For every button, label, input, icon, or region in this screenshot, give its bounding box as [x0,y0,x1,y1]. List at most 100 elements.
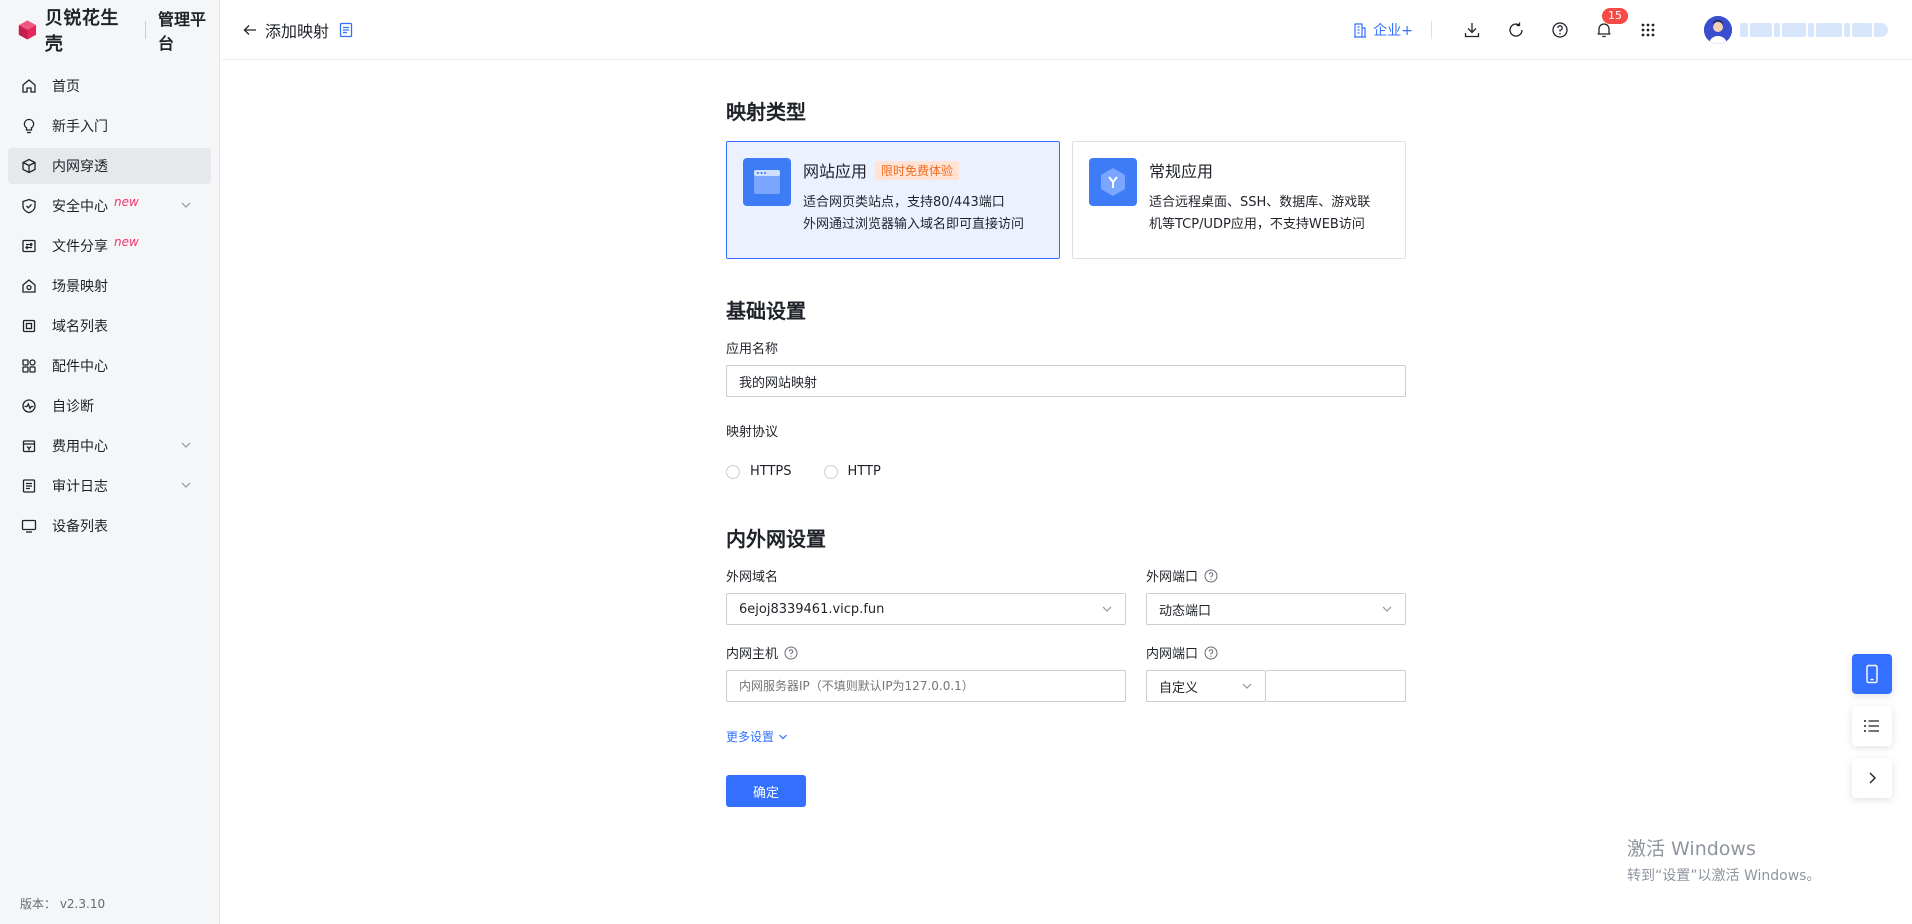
chevron-right-icon [1869,772,1876,784]
section-title-network-settings: 内外网设置 [726,527,826,551]
audit-log-icon [20,477,38,495]
top-header: 添加映射 企业+ 15 [221,0,1912,60]
new-badge: new [114,235,139,249]
mapping-type-general[interactable]: 常规应用 适合远程桌面、SSH、数据库、游戏联 机等TCP/UDP应用，不支持W… [1072,141,1406,259]
chevron-down-icon [1382,606,1392,612]
chevron-down-icon [181,482,191,488]
enterprise-plus-link[interactable]: 企业+ [1353,20,1413,40]
radio-label: HTTP [847,464,881,479]
folder-share-icon [20,237,38,255]
help-icon[interactable] [1550,20,1570,40]
version-label: 版本： v2.3.10 [20,897,106,911]
sidebar-item-security[interactable]: 安全中心 new [8,188,211,224]
internal-port-label: 内网端口 [1146,643,1406,662]
card-description-line: 适合远程桌面、SSH、数据库、游戏联 [1149,195,1371,210]
sidebar-item-label: 费用中心 [52,439,108,455]
chevron-down-icon [181,202,191,208]
external-domain-select[interactable]: 6ejoj8339461.vicp.fun [726,593,1126,625]
sidebar-item-accessory-center[interactable]: 配件中心 [8,348,211,384]
mobile-app-button[interactable] [1852,654,1892,694]
scene-icon [20,277,38,295]
watermark-subtitle: 转到“设置”以激活 Windows。 [1627,868,1821,884]
card-description-line: 适合网页类站点，支持80/443端口 [803,195,1005,210]
sidebar-item-label: 场景映射 [52,279,108,295]
sidebar-item-label: 设备列表 [52,519,108,535]
card-description-line: 机等TCP/UDP应用，不支持WEB访问 [1149,217,1365,232]
app-name-label: 应用名称 [726,342,779,357]
apps-grid-icon[interactable] [1638,20,1658,40]
sidebar-item-intranet-penetration[interactable]: 内网穿透 [8,148,211,184]
header-divider [1431,21,1432,39]
protocol-radio-https[interactable]: HTTPS [726,464,792,479]
select-value: 自定义 [1159,680,1199,696]
sidebar-item-domain-list[interactable]: 域名列表 [8,308,211,344]
sidebar-item-device-list[interactable]: 设备列表 [8,508,211,544]
diagnose-icon [20,397,38,415]
download-icon[interactable] [1462,20,1482,40]
sidebar-item-scene-mapping[interactable]: 场景映射 [8,268,211,304]
username-redacted[interactable] [1740,23,1888,37]
header-actions: 企业+ 15 [1353,0,1888,60]
section-title-basic-settings: 基础设置 [726,299,806,323]
sidebar-item-label: 文件分享 [52,239,108,255]
help-icon[interactable] [1204,569,1218,583]
protocol-radio-group: HTTPS HTTP [726,464,1406,479]
sidebar-item-getting-started[interactable]: 新手入门 [8,108,211,144]
internal-port-mode-select[interactable]: 自定义 [1146,670,1266,702]
field-label-text: 内网端口 [1146,647,1199,662]
help-icon[interactable] [1204,646,1218,660]
document-icon[interactable] [339,22,353,38]
sidebar-item-label: 新手入门 [52,119,108,135]
chevron-down-icon [779,734,787,739]
mapping-type-cards: 网站应用 限时免费体验 适合网页类站点，支持80/443端口 外网通过浏览器输入… [726,141,1406,259]
collapse-panel-button[interactable] [1852,758,1892,798]
sidebar-item-label: 内网穿透 [52,159,108,175]
refresh-sync-icon[interactable] [1506,20,1526,40]
internal-host-input[interactable] [726,670,1126,702]
list-menu-button[interactable] [1852,706,1892,746]
select-value: 动态端口 [1159,603,1212,619]
avatar[interactable] [1704,16,1732,44]
sidebar-menu: 首页 新手入门 内网穿透 安全中心 new 文件分享 new 场景映射 域名列表 [0,68,219,544]
confirm-button[interactable]: 确定 [726,775,806,807]
sidebar-item-audit-log[interactable]: 审计日志 [8,468,211,504]
watermark-title: 激活 Windows [1627,838,1756,860]
hexagon-app-icon [1089,158,1137,206]
sidebar-item-self-diagnosis[interactable]: 自诊断 [8,388,211,424]
mapping-type-website[interactable]: 网站应用 限时免费体验 适合网页类站点，支持80/443端口 外网通过浏览器输入… [726,141,1060,259]
new-badge: new [114,195,139,209]
notification-count-badge: 15 [1602,8,1628,24]
internal-host-label: 内网主机 [726,643,1126,662]
card-title: 常规应用 [1149,162,1214,181]
sidebar-item-label: 自诊断 [52,399,94,415]
notification-bell-icon[interactable]: 15 [1594,8,1628,40]
back-arrow-icon[interactable] [241,21,259,39]
building-icon [1354,23,1367,38]
section-title-mapping-type: 映射类型 [726,100,806,124]
chevron-down-icon [1242,683,1252,689]
sidebar-item-file-share[interactable]: 文件分享 new [8,228,211,264]
shield-icon [20,197,38,215]
sidebar-item-billing[interactable]: 费用中心 [8,428,211,464]
external-port-label: 外网端口 [1146,566,1406,585]
domain-icon [20,317,38,335]
home-icon [20,77,38,95]
more-settings-link[interactable]: 更多设置 [726,728,1406,745]
sidebar-item-home[interactable]: 首页 [8,68,211,104]
protocol-radio-http[interactable]: HTTP [823,464,881,479]
radio-label: HTTPS [750,464,792,479]
chevron-down-icon [181,442,191,448]
radio-circle[interactable] [726,464,740,479]
free-trial-tag: 限时免费体验 [875,160,960,180]
app-name-input[interactable] [726,365,1406,397]
sidebar-item-label: 首页 [52,79,80,95]
protocol-label: 映射协议 [726,425,779,440]
internal-port-input[interactable] [1266,670,1406,702]
card-title: 网站应用 [803,162,868,181]
field-label-text: 外网端口 [1146,570,1199,585]
help-icon[interactable] [784,646,798,660]
external-port-select[interactable]: 动态端口 [1146,593,1406,625]
brand[interactable]: 贝锐花生壳 管理平台 [0,0,219,60]
sidebar-item-label: 配件中心 [52,359,108,375]
radio-circle[interactable] [823,464,838,479]
